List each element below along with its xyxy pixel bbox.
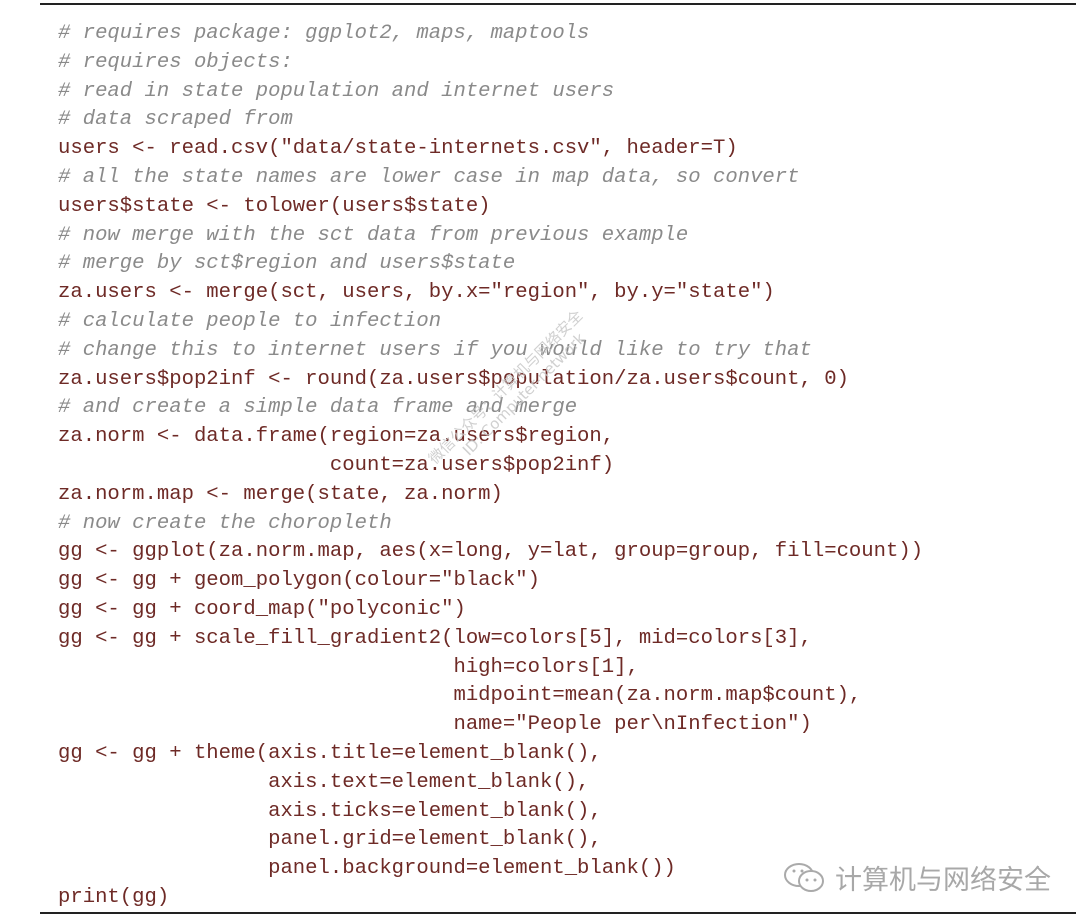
code-line: gg <- ggplot(za.norm.map, aes(x=long, y=… <box>58 540 924 564</box>
footer-logo: 计算机与网络安全 <box>783 858 1051 897</box>
code-line: high=colors[1], <box>58 655 639 679</box>
code-line: gg <- gg + coord_map("polyconic") <box>58 597 466 621</box>
code-comment-line: # all the state names are lower case in … <box>58 165 800 189</box>
code-line: count=za.users$pop2inf) <box>58 453 615 477</box>
code-line: midpoint=mean(za.norm.map$count), <box>58 684 862 708</box>
code-line: users$state <- tolower(users$state) <box>58 194 491 218</box>
code-line: gg <- gg + geom_polygon(colour="black") <box>58 569 540 593</box>
code-listing: # requires package: ggplot2, maps, mapto… <box>58 20 923 913</box>
code-comment-line: # change this to internet users if you w… <box>58 338 812 362</box>
code-comment-line: # now create the choropleth <box>58 511 392 535</box>
code-line: za.users <- merge(sct, users, by.x="regi… <box>58 281 775 305</box>
code-line: axis.ticks=element_blank(), <box>58 799 602 823</box>
code-line: panel.grid=element_blank(), <box>58 828 602 852</box>
code-comment-line: # calculate people to infection <box>58 309 442 333</box>
code-comment-line: # now merge with the sct data from previ… <box>58 223 689 247</box>
code-comment-line: # data scraped from <box>58 108 293 132</box>
footer-logo-text: 计算机与网络安全 <box>835 865 1051 896</box>
wechat-icon <box>784 862 824 892</box>
top-rule <box>40 3 1076 5</box>
code-line: axis.text=element_blank(), <box>58 770 590 794</box>
code-line: za.norm.map <- merge(state, za.norm) <box>58 482 503 506</box>
code-comment-line: # requires package: ggplot2, maps, mapto… <box>58 22 590 45</box>
code-comment-line: # read in state population and internet … <box>58 79 615 103</box>
code-line: name="People per\nInfection") <box>58 713 812 737</box>
code-line: users <- read.csv("data/state-internets.… <box>58 137 738 161</box>
code-comment-line: # requires objects: <box>58 50 293 74</box>
code-line: gg <- gg + theme(axis.title=element_blan… <box>58 741 602 765</box>
code-comment-line: # merge by sct$region and users$state <box>58 252 516 276</box>
bottom-rule <box>40 912 1076 914</box>
code-line: gg <- gg + scale_fill_gradient2(low=colo… <box>58 626 812 650</box>
